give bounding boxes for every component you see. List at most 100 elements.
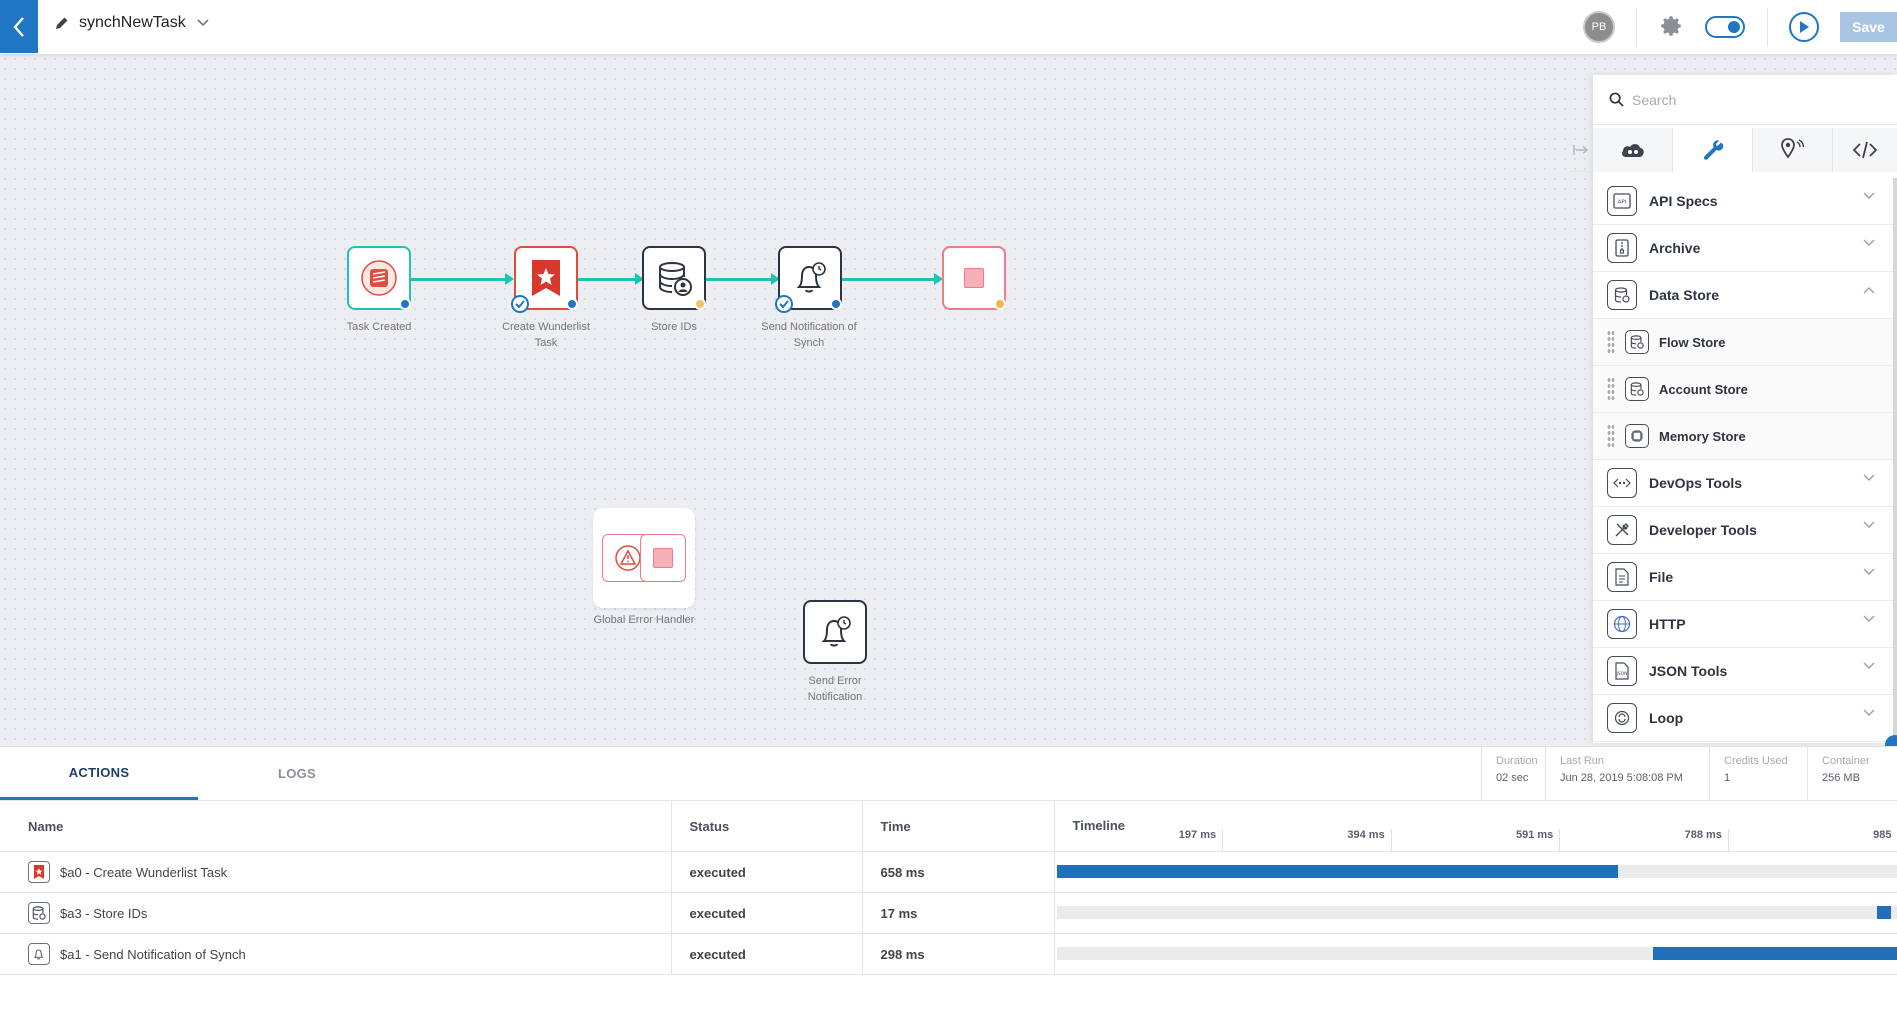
chevron-up-icon [1863, 287, 1875, 294]
divider [1767, 8, 1768, 46]
chevron-down-icon [1863, 709, 1875, 716]
category-archive[interactable]: Archive [1593, 225, 1893, 272]
run-details-panel: ACTIONS LOGS Duration 02 sec Last Run Jun … [0, 746, 1897, 1013]
name-cell: $a0 - Create Wunderlist Task [0, 851, 671, 893]
warning-icon [615, 545, 641, 571]
actions-table: Name Status Time Timeline 197 ms 394 ms 59… [0, 801, 1897, 975]
column-header: Time [861, 801, 1054, 852]
back-button[interactable] [0, 0, 38, 53]
timeline-axis: Timeline 197 ms 394 ms 591 ms 788 ms 985 [1055, 801, 1897, 851]
chevron-left-icon [13, 16, 24, 37]
category-label: JSON Tools [1649, 663, 1728, 679]
tab-devices[interactable] [1753, 128, 1833, 172]
wunderlist-icon [532, 260, 560, 296]
timeline-track [1056, 947, 1897, 960]
connector-account-store[interactable]: Account Store [1593, 366, 1893, 413]
chevron-down-icon [1863, 662, 1875, 669]
svg-text:API: API [1618, 200, 1627, 206]
connector-memory-store[interactable]: Memory Store [1593, 413, 1893, 460]
memory-store-icon [1625, 424, 1649, 448]
category-list: API API Specs Archive Data Store Flow St… [1593, 178, 1893, 742]
collapse-panel-button[interactable] [1569, 128, 1593, 172]
node-label: Store IDs [651, 321, 697, 333]
timeline-header: Timeline 197 ms 394 ms 591 ms 788 ms 985 [1053, 801, 1897, 852]
connector-panel: API API Specs Archive Data Store Flow St… [1569, 75, 1897, 743]
status-dot [994, 298, 1006, 310]
stop-icon [653, 548, 673, 568]
timeline-cell [1053, 892, 1897, 934]
category-loop[interactable]: Loop [1593, 695, 1893, 742]
timeline-cell [1053, 851, 1897, 893]
stat-credits-used: Credits Used 1 [1709, 747, 1807, 800]
save-button[interactable]: Save [1840, 12, 1897, 42]
chevron-down-icon[interactable] [196, 18, 210, 28]
node-create-wunderlist-task[interactable] [511, 246, 578, 313]
node-send-notification[interactable] [775, 246, 842, 313]
bell-icon [28, 943, 50, 965]
search-input[interactable] [1632, 91, 1872, 108]
tab-cloud[interactable] [1593, 128, 1673, 172]
stat-last-run: Last Run Jun 28, 2019 5:08:08 PM [1545, 747, 1709, 800]
tab-actions[interactable]: ACTIONS [0, 747, 198, 800]
action-name: $a1 - Send Notification of Synch [60, 946, 246, 962]
code-icon [1852, 141, 1878, 159]
category-api-specs[interactable]: API API Specs [1593, 178, 1893, 225]
settings-button[interactable] [1658, 13, 1684, 44]
timeline-bar [1056, 865, 1618, 878]
chevron-down-icon [1863, 239, 1875, 246]
enable-toggle[interactable] [1705, 16, 1745, 38]
node-store-ids[interactable] [642, 246, 706, 310]
node-label: Global Error Handler [593, 614, 695, 626]
category-data-store[interactable]: Data Store [1593, 272, 1893, 319]
status-dot [694, 298, 706, 310]
json-icon: JSON [1607, 656, 1637, 686]
node-label: Task Created [346, 321, 412, 333]
panel-tabs [1569, 128, 1897, 172]
connector-label: Memory Store [1659, 428, 1746, 444]
toggle-knob [1728, 21, 1740, 33]
play-icon [1800, 21, 1809, 33]
timeline-tick: 394 ms [1223, 829, 1392, 851]
table-row[interactable]: $a0 - Create Wunderlist Task executed 658 … [0, 851, 1897, 893]
status-dot [399, 298, 411, 310]
wrench-icon [1703, 140, 1723, 160]
status-dot [830, 298, 842, 310]
table-row[interactable]: $a3 - Store IDs executed 17 ms [0, 892, 1897, 934]
table-row[interactable]: $a1 - Send Notification of Synch executed… [0, 933, 1897, 975]
node-send-error-notification[interactable] [803, 600, 867, 664]
action-name: $a3 - Store IDs [60, 905, 148, 921]
connector-flow-store[interactable]: Flow Store [1593, 319, 1893, 366]
timeline-track [1056, 865, 1897, 878]
category-file[interactable]: File [1593, 554, 1893, 601]
tab-code[interactable] [1833, 128, 1897, 172]
category-devops-tools[interactable]: DevOps Tools [1593, 460, 1893, 507]
data-store-icon [1607, 280, 1637, 310]
node-stop[interactable] [942, 246, 1006, 310]
table-header-row: Name Status Time Timeline 197 ms 394 ms 59… [0, 801, 1897, 852]
stat-value: Jun 28, 2019 5:08:08 PM [1560, 772, 1683, 784]
drag-handle-icon[interactable] [1607, 424, 1615, 448]
panel-scrollbar[interactable] [1893, 178, 1897, 738]
status-cell: executed [670, 892, 862, 934]
flow-title[interactable]: synchNewTask [55, 14, 210, 32]
status-cell: executed [670, 933, 862, 975]
category-label: File [1649, 569, 1674, 585]
category-json-tools[interactable]: JSON JSON Tools [1593, 648, 1893, 695]
node-global-error-handler[interactable] [593, 508, 695, 608]
drag-handle-icon[interactable] [1607, 330, 1615, 354]
node-task-created[interactable] [347, 246, 411, 310]
tab-tools[interactable] [1673, 128, 1753, 172]
category-label: Developer Tools [1649, 522, 1757, 538]
tab-logs[interactable]: LOGS [198, 747, 396, 800]
check-icon [775, 295, 793, 313]
connector [578, 278, 638, 281]
bell-icon [821, 616, 851, 647]
cloud-icon [1621, 144, 1644, 157]
drag-handle-icon[interactable] [1607, 377, 1615, 401]
category-http[interactable]: HTTP [1593, 601, 1893, 648]
category-developer-tools[interactable]: Developer Tools [1593, 507, 1893, 554]
category-label: DevOps Tools [1649, 475, 1743, 491]
run-button[interactable] [1789, 12, 1819, 42]
avatar[interactable]: PB [1583, 11, 1615, 43]
timeline-tick: 985 [1873, 829, 1892, 841]
